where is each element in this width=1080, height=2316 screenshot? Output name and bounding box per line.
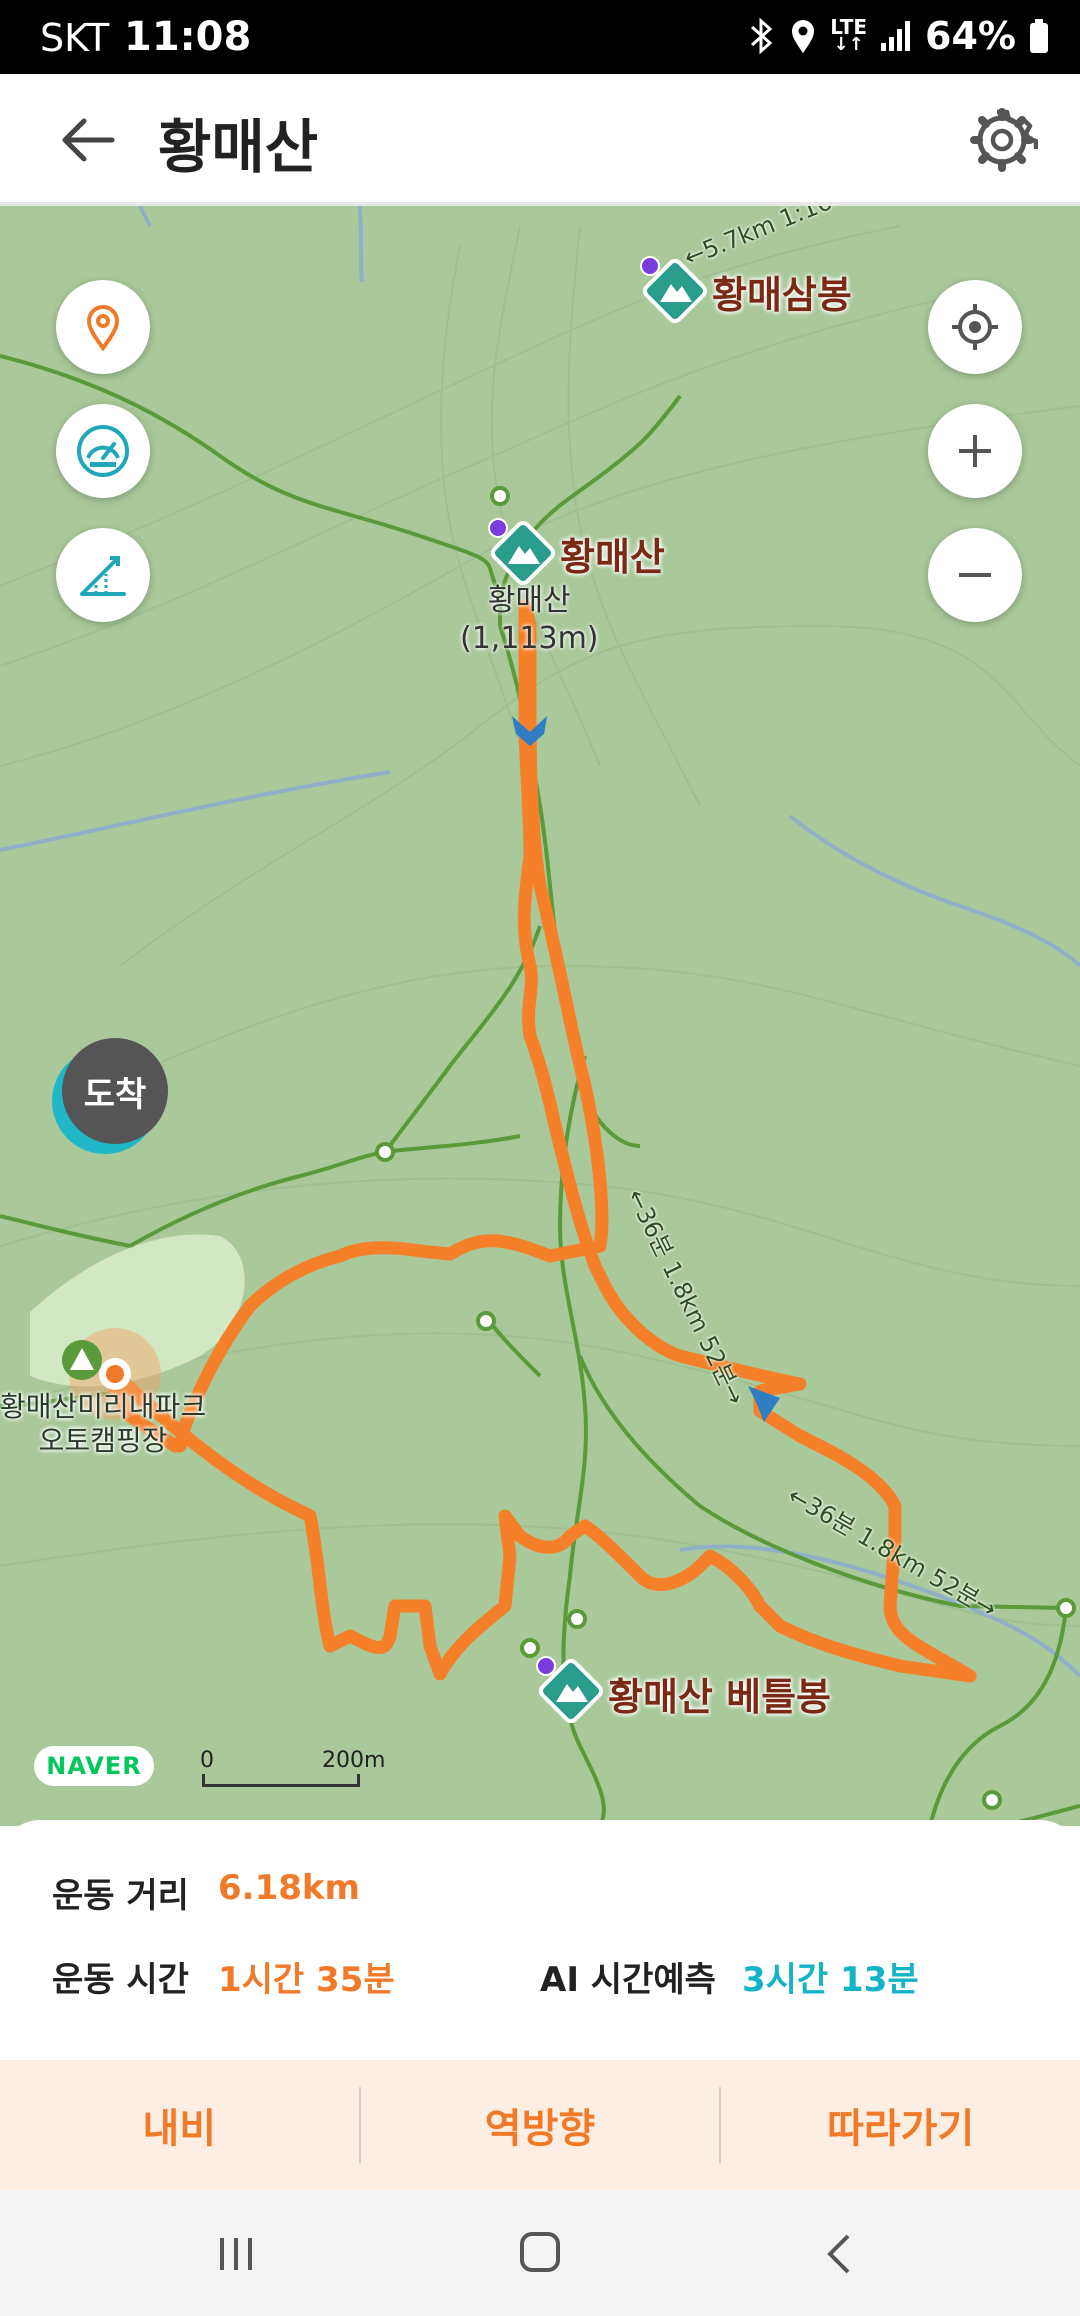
- reverse-button[interactable]: 역방향: [361, 2060, 720, 2190]
- elevation-button[interactable]: [56, 528, 150, 622]
- time-label: 운동 시간: [52, 1960, 189, 2000]
- zoom-out-icon: [959, 573, 991, 577]
- peak-label: 황매산 베틀봉: [608, 1675, 831, 1719]
- app-header: 황매산: [0, 74, 1080, 206]
- location-icon: [792, 20, 815, 53]
- bluetooth-icon: [751, 17, 773, 55]
- peak-marker-icon[interactable]: [488, 518, 558, 588]
- distance-label: 운동 거리: [52, 1876, 189, 1916]
- camp-name-line2: 오토캠핑장: [38, 1424, 168, 1457]
- scale-bar: [202, 1774, 360, 1787]
- zoom-in-button[interactable]: [928, 404, 1022, 498]
- peak-label: 황매산: [560, 535, 665, 579]
- battery-percent: 64%: [925, 14, 1016, 58]
- stats-panel: 운동 거리 6.18km 운동 시간 1시간 35분 AI 시간예측 3시간 1…: [0, 1820, 1080, 2060]
- scale-start: 0: [200, 1748, 214, 1773]
- peak-elevation-value: (1,113m): [460, 621, 599, 656]
- system-nav-bar: [0, 2190, 1080, 2316]
- home-icon[interactable]: [500, 2224, 580, 2284]
- follow-button[interactable]: 따라가기: [721, 2060, 1080, 2190]
- zoom-out-button[interactable]: [928, 528, 1022, 622]
- elevation-icon: [80, 556, 126, 596]
- peak-marker-icon[interactable]: [536, 1656, 606, 1726]
- arrow-left-icon[interactable]: [52, 104, 124, 176]
- peak-elevation: 황매산 (1,113m): [460, 582, 599, 658]
- naver-logo: NAVER: [34, 1746, 154, 1786]
- carrier-label: SKT: [40, 16, 110, 60]
- time-value: 1시간 35분: [218, 1960, 395, 2000]
- page-title: 황매산: [158, 113, 319, 181]
- action-bar: 내비 역방향 따라가기: [0, 2060, 1080, 2190]
- ai-label: AI 시간예측: [540, 1960, 716, 2000]
- peak-label: 황매삼봉: [712, 273, 852, 317]
- status-bar: SKT 11:08 LTE ↓↑ 64%: [0, 0, 1080, 74]
- peak-sub-name: 황매산: [487, 583, 571, 618]
- scale-end: 200m: [322, 1748, 386, 1773]
- map-view[interactable]: 황매삼봉 황매산 황매산 (1,113m) 황매산 베틀봉 ←5.7km 1:1…: [0, 206, 1080, 1826]
- zoom-in-icon: [959, 435, 991, 467]
- ai-value: 3시간 13분: [742, 1960, 919, 2000]
- back-icon[interactable]: [800, 2224, 880, 2284]
- location-pin-icon: [86, 305, 120, 352]
- status-icons: LTE ↓↑ 64%: [746, 14, 1050, 58]
- location-pin-button[interactable]: [56, 280, 150, 374]
- speedometer-icon: [77, 425, 129, 477]
- current-location-button[interactable]: [928, 280, 1022, 374]
- navi-button[interactable]: 내비: [0, 2060, 359, 2190]
- speedometer-button[interactable]: [56, 404, 150, 498]
- arrive-badge: 도착: [62, 1038, 168, 1144]
- gear-icon[interactable]: [966, 104, 1038, 176]
- battery-icon: [1030, 19, 1048, 53]
- current-location-icon: [952, 304, 998, 350]
- distance-value: 6.18km: [218, 1868, 360, 1908]
- lte-icon: LTE ↓↑: [830, 15, 868, 55]
- camp-name-line1: 황매산미리내파크: [0, 1390, 207, 1423]
- clock: 11:08: [124, 14, 252, 60]
- signal-icon: [881, 21, 911, 51]
- camp-label: 황매산미리내파크 오토캠핑장: [0, 1390, 206, 1458]
- recent-apps-icon[interactable]: [196, 2224, 276, 2284]
